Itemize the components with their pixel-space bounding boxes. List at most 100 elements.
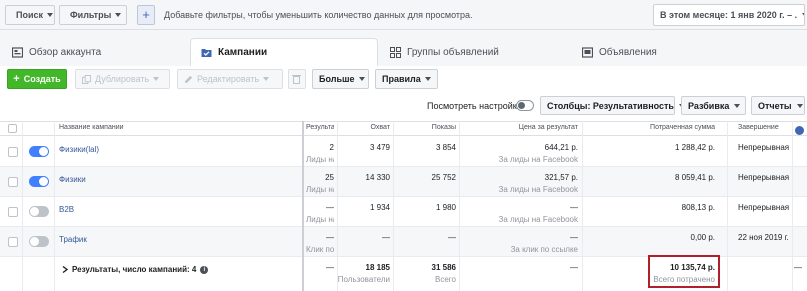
search-button[interactable]: Поиск	[5, 5, 55, 25]
edit-label: Редактировать	[197, 74, 260, 84]
column-divider	[459, 121, 460, 291]
table-row[interactable]: Физики(lal) 2 Лиды на F 3 479 3 854 644,…	[0, 136, 807, 167]
columns-button[interactable]: Столбцы: Результативность	[540, 96, 685, 115]
summary-label[interactable]: Результаты, число кампаний: 4 i	[62, 265, 209, 274]
level-tabs: Обзор аккаунта Кампании Группы объявлени…	[0, 30, 807, 66]
pencil-icon	[184, 75, 193, 83]
campaign-name-link[interactable]: Физики(lal)	[59, 145, 99, 154]
folder-check-icon	[201, 49, 212, 57]
action-bar: + Создать Дублировать Редактировать Боль…	[0, 66, 807, 94]
cost-value: —	[570, 203, 578, 212]
tab-account-overview[interactable]: Обзор аккаунта	[2, 38, 185, 66]
header-impressions[interactable]: Показы	[396, 124, 456, 131]
more-label: Больше	[319, 74, 355, 84]
impressions-value: 25 752	[431, 173, 456, 182]
table-row[interactable]: Физики 25 Лиды на F 14 330 25 752 321,57…	[0, 167, 807, 197]
chevron-right-icon	[62, 266, 68, 273]
chevron-down-icon	[796, 103, 803, 108]
results-type: Лиды на F	[306, 155, 334, 164]
header-results[interactable]: Результаты	[306, 124, 334, 131]
search-label: Поиск	[16, 10, 44, 20]
campaign-name-link[interactable]: B2B	[59, 205, 74, 214]
more-button[interactable]: Больше	[312, 69, 369, 89]
edit-button[interactable]: Редактировать	[177, 69, 283, 89]
campaign-status-toggle[interactable]	[29, 206, 49, 217]
ad-icon	[582, 46, 593, 58]
header-amount-spent[interactable]: Потраченная сумма	[585, 124, 715, 131]
chevron-down-icon	[424, 77, 431, 81]
reports-button[interactable]: Отчеты	[751, 96, 805, 115]
summary-reach-sub: Пользователи	[337, 275, 390, 284]
create-button[interactable]: + Создать	[7, 69, 67, 89]
info-icon[interactable]: i	[200, 265, 209, 274]
header-reach[interactable]: Охват	[340, 124, 390, 131]
campaign-name-link[interactable]: Трафик	[59, 235, 87, 244]
filters-button[interactable]: Фильтры	[59, 5, 127, 25]
column-divider	[582, 121, 583, 291]
chevron-down-icon	[358, 77, 365, 81]
table-row[interactable]: B2B — Лиды на Fa 1 934 1 980 — За лиды н…	[0, 197, 807, 227]
chevron-down-icon	[47, 13, 54, 17]
delete-button[interactable]	[288, 69, 306, 89]
filters-label: Фильтры	[70, 10, 112, 20]
results-type: Клик по сс	[306, 245, 334, 254]
breakdown-button[interactable]: Разбивка	[681, 96, 746, 115]
campaign-status-toggle[interactable]	[29, 146, 49, 157]
tab-label: Кампании	[218, 47, 268, 58]
summary-impressions: 31 586	[431, 263, 456, 272]
results-value: —	[326, 233, 334, 242]
results-value: 2	[329, 143, 334, 152]
results-value: 25	[325, 173, 334, 182]
frozen-column-divider[interactable]	[302, 121, 304, 291]
info-icon[interactable]	[795, 126, 804, 135]
header-ends[interactable]: Завершение	[738, 124, 793, 131]
impressions-value: 1 980	[435, 203, 456, 212]
add-filter-button[interactable]: +	[137, 5, 155, 25]
tab-ad-sets[interactable]: Группы объявлений	[380, 38, 565, 66]
row-checkbox[interactable]	[8, 147, 18, 157]
column-divider	[22, 121, 23, 291]
column-divider	[727, 121, 728, 291]
table-row[interactable]: Трафик — Клик по сс — — — За клик по ссы…	[0, 227, 807, 257]
tab-label: Обзор аккаунта	[29, 46, 102, 58]
cost-type: За лиды на Facebook	[498, 185, 578, 194]
cost-type: За клик по ссылке	[510, 245, 578, 254]
column-divider	[393, 121, 394, 291]
duplicate-label: Дублировать	[95, 74, 150, 84]
preview-settings-toggle[interactable]	[516, 100, 534, 111]
summary-reach: 18 185	[365, 263, 390, 272]
filter-hint: Добавьте фильтры, чтобы уменьшить количе…	[164, 10, 473, 20]
account-overview-icon	[12, 46, 23, 58]
tab-label: Группы объявлений	[407, 46, 499, 58]
column-divider	[792, 121, 793, 291]
duplicate-button[interactable]: Дублировать	[75, 69, 170, 89]
tab-ads[interactable]: Объявления	[572, 38, 772, 66]
select-all-checkbox[interactable]	[8, 124, 17, 133]
campaign-status-toggle[interactable]	[29, 176, 49, 187]
reach-value: 1 934	[369, 203, 390, 212]
tab-campaigns[interactable]: Кампании	[190, 38, 378, 66]
rules-button[interactable]: Правила	[375, 69, 438, 89]
chevron-down-icon	[802, 13, 804, 17]
row-checkbox[interactable]	[8, 237, 18, 247]
total-spent-highlight	[648, 255, 720, 288]
date-range-button[interactable]: В этом месяце: 1 янв 2020 г. – .	[653, 4, 805, 26]
duplicate-icon	[82, 74, 91, 84]
results-type: Лиды на Fa	[306, 215, 334, 224]
cost-value: —	[570, 233, 578, 242]
summary-cost: —	[570, 263, 578, 272]
header-cost-per-result[interactable]: Цена за результат	[462, 124, 578, 131]
tab-label: Объявления	[599, 46, 657, 58]
header-name[interactable]: Название кампании	[59, 124, 299, 131]
cost-type: За лиды на Facebook	[498, 215, 578, 224]
row-checkbox[interactable]	[8, 207, 18, 217]
campaign-name-link[interactable]: Физики	[59, 175, 86, 184]
row-checkbox[interactable]	[8, 177, 18, 187]
campaign-status-toggle[interactable]	[29, 236, 49, 247]
plus-icon: +	[13, 73, 20, 85]
rules-label: Правила	[382, 74, 421, 84]
filter-bar: Поиск Фильтры + Добавьте фильтры, чтобы …	[0, 0, 807, 30]
columns-label: Столбцы: Результативность	[547, 100, 674, 111]
chevron-down-icon	[734, 103, 741, 108]
cost-type: За лиды на Facebook	[498, 155, 578, 164]
